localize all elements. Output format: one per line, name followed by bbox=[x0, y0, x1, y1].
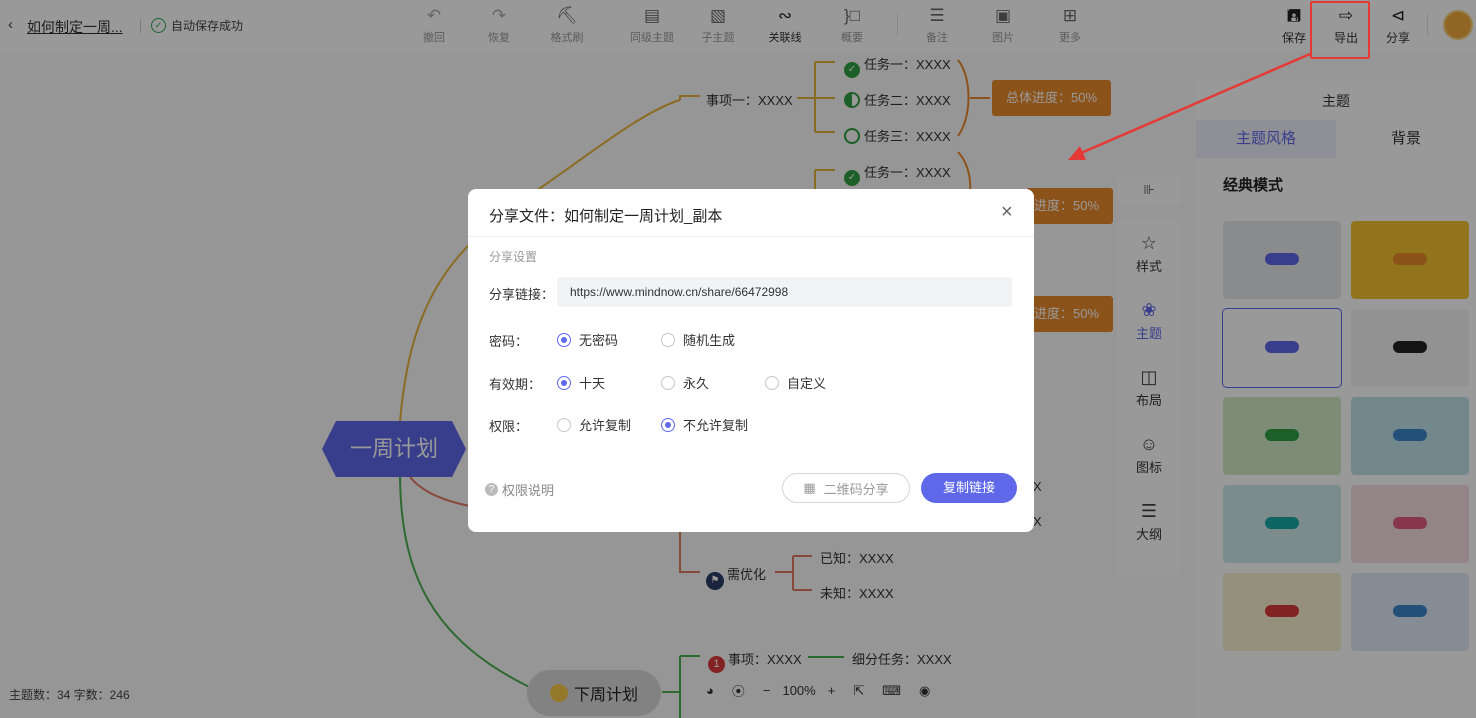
validity-label: 有效期： bbox=[489, 377, 542, 392]
radio-permanent[interactable]: 永久 bbox=[661, 373, 709, 392]
radio-dot bbox=[557, 417, 571, 432]
radio-dot bbox=[661, 417, 675, 432]
radio-dot bbox=[557, 375, 571, 390]
radio-dot bbox=[661, 332, 675, 347]
copy-link-button[interactable]: 复制链接 bbox=[921, 473, 1017, 503]
radio-custom[interactable]: 自定义 bbox=[765, 373, 826, 392]
qr-code-icon: ▦ bbox=[803, 480, 816, 495]
qr-share-button[interactable]: ▦ 二维码分享 bbox=[782, 473, 910, 503]
share-settings-heading: 分享设置 bbox=[489, 250, 538, 264]
share-dialog: 分享文件：如何制定一周计划_副本 × 分享设置 分享链接： https://ww… bbox=[468, 189, 1034, 532]
permission-help-link[interactable]: ? 权限说明 bbox=[485, 480, 554, 499]
radio-random-password[interactable]: 随机生成 bbox=[661, 330, 735, 349]
dialog-title: 分享文件：如何制定一周计划_副本 bbox=[489, 208, 723, 225]
radio-dot bbox=[661, 375, 675, 390]
divider bbox=[468, 236, 1034, 237]
radio-dot bbox=[557, 332, 571, 347]
share-link-field[interactable]: https://www.mindnow.cn/share/66472998 bbox=[557, 277, 1012, 307]
radio-ten-days[interactable]: 十天 bbox=[557, 373, 605, 392]
annotation-arrow bbox=[1068, 52, 1311, 160]
radio-no-password[interactable]: 无密码 bbox=[557, 330, 618, 349]
share-link-label: 分享链接： bbox=[489, 287, 555, 302]
password-label: 密码： bbox=[489, 334, 529, 349]
radio-disallow-copy[interactable]: 不允许复制 bbox=[661, 415, 748, 434]
close-icon[interactable]: × bbox=[1001, 201, 1013, 224]
permission-label: 权限： bbox=[489, 419, 529, 434]
radio-allow-copy[interactable]: 允许复制 bbox=[557, 415, 631, 434]
radio-dot bbox=[765, 375, 779, 390]
question-icon: ? bbox=[485, 483, 498, 496]
